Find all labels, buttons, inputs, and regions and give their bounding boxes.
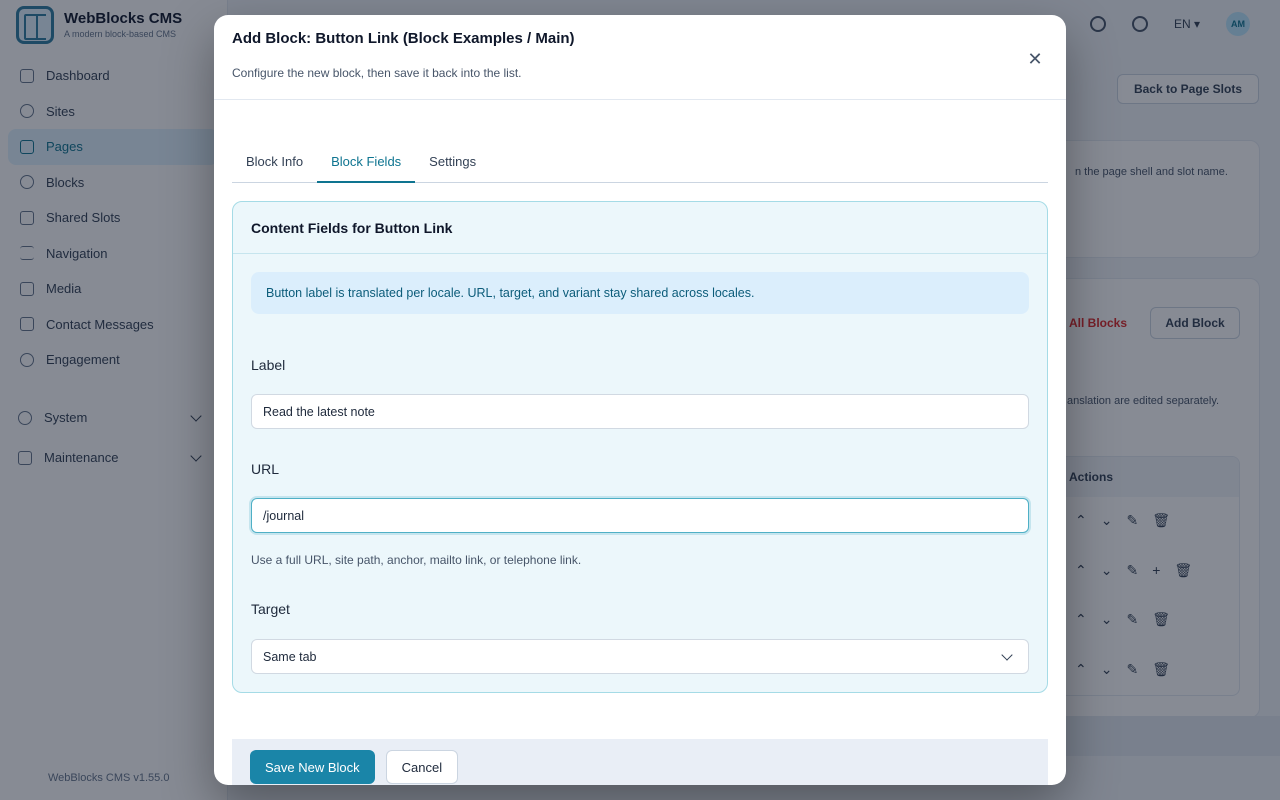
- target-field-label: Target: [251, 601, 290, 617]
- modal-subtitle: Configure the new block, then save it ba…: [232, 66, 522, 80]
- label-input[interactable]: [251, 394, 1029, 429]
- url-input[interactable]: [251, 498, 1029, 533]
- locale-info-alert: Button label is translated per locale. U…: [251, 272, 1029, 314]
- target-select-value: Same tab: [263, 649, 317, 664]
- tab-block-fields[interactable]: Block Fields: [317, 147, 416, 183]
- close-icon[interactable]: ✕: [1024, 48, 1046, 70]
- chevron-down-icon: [1001, 648, 1013, 661]
- modal-tabs: Block Info Block Fields Settings: [232, 147, 1048, 183]
- add-block-modal: Add Block: Button Link (Block Examples /…: [214, 15, 1066, 785]
- content-fields-title: Content Fields for Button Link: [233, 202, 1047, 254]
- tab-block-info[interactable]: Block Info: [232, 147, 317, 183]
- content-fields-card: Content Fields for Button Link Button la…: [232, 201, 1048, 693]
- tab-settings[interactable]: Settings: [415, 147, 490, 183]
- modal-header: Add Block: Button Link (Block Examples /…: [214, 15, 1066, 100]
- label-field-label: Label: [251, 357, 286, 373]
- save-new-block-button[interactable]: Save New Block: [250, 750, 375, 784]
- modal-title: Add Block: Button Link (Block Examples /…: [232, 30, 575, 47]
- url-help-text: Use a full URL, site path, anchor, mailt…: [251, 553, 582, 567]
- cancel-button[interactable]: Cancel: [385, 750, 459, 784]
- url-field-label: URL: [251, 461, 280, 477]
- target-select[interactable]: Same tab: [251, 639, 1029, 674]
- modal-footer: Save New Block Cancel: [232, 739, 1048, 785]
